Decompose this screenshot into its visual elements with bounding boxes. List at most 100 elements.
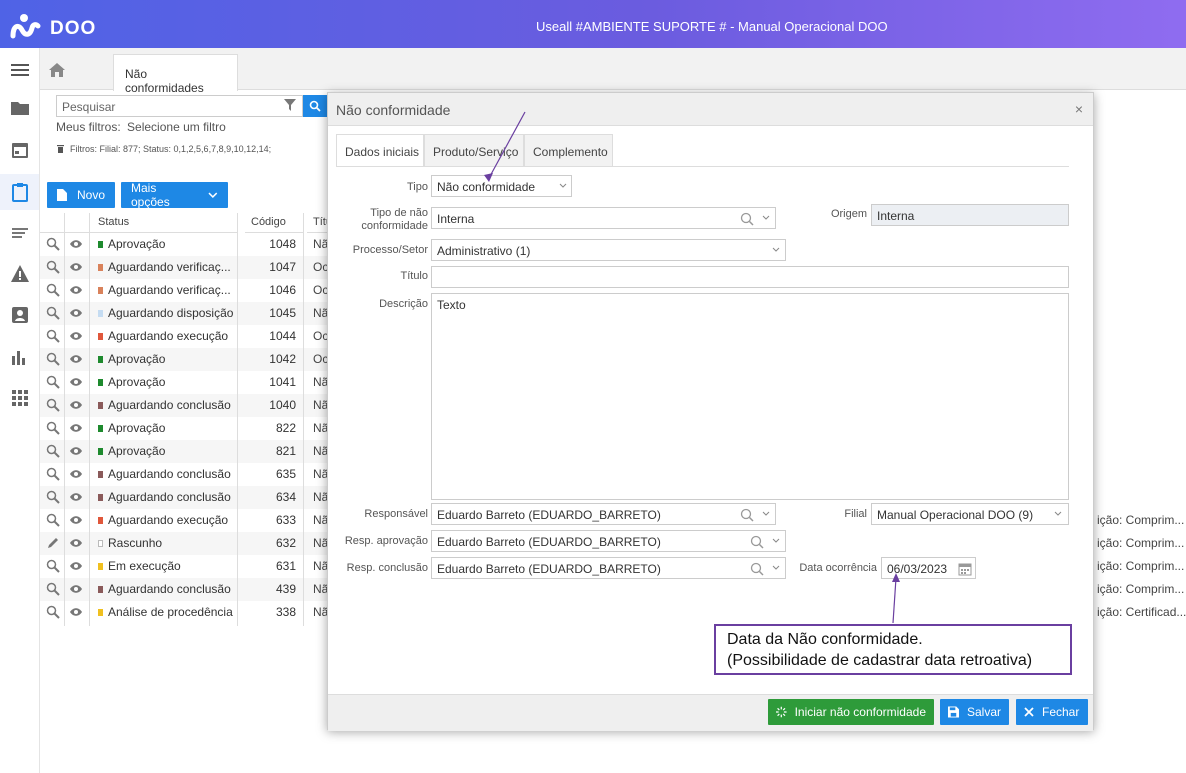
table-row[interactable]: Aprovação 1041 Nã bbox=[40, 371, 330, 394]
calendar-icon[interactable] bbox=[8, 138, 32, 162]
search-icon[interactable] bbox=[46, 260, 60, 274]
chevron-down-icon[interactable] bbox=[762, 511, 770, 517]
eye-icon[interactable] bbox=[69, 237, 83, 251]
column-status[interactable]: Status bbox=[92, 213, 238, 233]
my-filters[interactable]: Meus filtros: Selecione um filtro bbox=[56, 120, 226, 134]
search-icon[interactable] bbox=[46, 398, 60, 412]
table-row[interactable]: Aguardando conclusão 1040 Nã bbox=[40, 394, 330, 417]
eye-icon[interactable] bbox=[69, 536, 83, 550]
edit-icon[interactable] bbox=[46, 536, 60, 550]
tipo-select[interactable]: Não conformidade bbox=[431, 175, 572, 197]
table-row[interactable]: Aprovação 821 Nã bbox=[40, 440, 330, 463]
tab-nao-conformidades[interactable]: Não conformidades bbox=[113, 54, 238, 95]
filter-summary: Filtros: Filial: 877; Status: 0,1,2,5,6,… bbox=[56, 144, 271, 154]
table-row[interactable]: Aprovação 822 Nã bbox=[40, 417, 330, 440]
list-icon[interactable] bbox=[8, 221, 32, 245]
tab-dados-iniciais[interactable]: Dados iniciais bbox=[336, 134, 424, 167]
tipo-nc-field[interactable]: Interna bbox=[431, 207, 776, 229]
contact-icon[interactable] bbox=[8, 303, 32, 327]
eye-icon[interactable] bbox=[69, 421, 83, 435]
search-icon[interactable] bbox=[46, 375, 60, 389]
search-icon[interactable] bbox=[46, 306, 60, 320]
search-icon[interactable] bbox=[46, 237, 60, 251]
search-icon[interactable] bbox=[750, 535, 764, 549]
search-icon[interactable] bbox=[46, 329, 60, 343]
calendar-icon[interactable] bbox=[958, 562, 972, 576]
search-icon[interactable] bbox=[46, 513, 60, 527]
resp-concl-field[interactable]: Eduardo Barreto (EDUARDO_BARRETO) bbox=[431, 557, 786, 579]
filter-icon[interactable] bbox=[284, 99, 296, 111]
filial-select[interactable]: Manual Operacional DOO (9) bbox=[871, 503, 1069, 525]
table-row[interactable]: Em execução 631 Nã bbox=[40, 555, 330, 578]
resp-aprov-field[interactable]: Eduardo Barreto (EDUARDO_BARRETO) bbox=[431, 530, 786, 552]
close-button[interactable]: Fechar bbox=[1016, 699, 1088, 725]
column-codigo[interactable]: Código bbox=[245, 213, 303, 233]
eye-icon[interactable] bbox=[69, 444, 83, 458]
table-row[interactable]: Aprovação 1048 Nã bbox=[40, 233, 330, 256]
table-row[interactable]: Aguardando execução 633 Nã bbox=[40, 509, 330, 532]
eye-icon[interactable] bbox=[69, 513, 83, 527]
search-icon[interactable] bbox=[46, 352, 60, 366]
table-row[interactable]: Aguardando conclusão 635 Nã bbox=[40, 463, 330, 486]
search-icon[interactable] bbox=[740, 212, 754, 226]
search-icon[interactable] bbox=[46, 582, 60, 596]
status-cell: Aguardando execução bbox=[98, 513, 228, 527]
chevron-down-icon[interactable] bbox=[762, 215, 770, 221]
new-button[interactable]: Novo bbox=[47, 182, 115, 208]
trash-icon[interactable] bbox=[56, 144, 65, 153]
search-button[interactable] bbox=[303, 95, 327, 117]
more-options-button[interactable]: Mais opções bbox=[121, 181, 228, 209]
search-icon[interactable] bbox=[46, 490, 60, 504]
home-icon[interactable] bbox=[48, 62, 66, 78]
eye-icon[interactable] bbox=[69, 398, 83, 412]
start-nc-button[interactable]: Iniciar não conformidade bbox=[768, 699, 934, 725]
table-row[interactable]: Rascunho 632 Nã bbox=[40, 532, 330, 555]
eye-icon[interactable] bbox=[69, 467, 83, 481]
descricao-textarea[interactable]: Texto bbox=[431, 293, 1069, 500]
table-row[interactable]: Aprovação 1042 Oc bbox=[40, 348, 330, 371]
eye-icon[interactable] bbox=[69, 352, 83, 366]
eye-icon[interactable] bbox=[69, 306, 83, 320]
bar-chart-icon[interactable] bbox=[8, 345, 32, 369]
eye-icon[interactable] bbox=[69, 260, 83, 274]
eye-icon[interactable] bbox=[69, 329, 83, 343]
eye-icon[interactable] bbox=[69, 582, 83, 596]
data-ocorrencia-field[interactable]: 06/03/2023 bbox=[881, 557, 976, 579]
table-row[interactable]: Aguardando disposição 1045 Nã bbox=[40, 302, 330, 325]
search-icon[interactable] bbox=[46, 283, 60, 297]
warning-icon[interactable] bbox=[8, 262, 32, 286]
table-row[interactable]: Aguardando conclusão 634 Nã bbox=[40, 486, 330, 509]
save-button[interactable]: Salvar bbox=[940, 699, 1009, 725]
search-icon[interactable] bbox=[46, 559, 60, 573]
folder-icon[interactable] bbox=[8, 96, 32, 120]
search-icon[interactable] bbox=[46, 444, 60, 458]
tab-complemento[interactable]: Complemento bbox=[524, 134, 613, 167]
search-icon[interactable] bbox=[740, 508, 754, 522]
tab-produto-servico[interactable]: Produto/Serviço bbox=[424, 134, 524, 167]
search-icon[interactable] bbox=[750, 562, 764, 576]
table-row[interactable]: Aguardando verificaç... 1046 Oc bbox=[40, 279, 330, 302]
close-icon[interactable]: × bbox=[1075, 101, 1083, 117]
table-row[interactable]: Análise de procedência 338 Nã bbox=[40, 601, 330, 624]
titulo-input[interactable] bbox=[431, 266, 1069, 288]
search-input[interactable]: Pesquisar bbox=[56, 95, 303, 117]
code-cell: 634 bbox=[275, 490, 296, 504]
eye-icon[interactable] bbox=[69, 605, 83, 619]
table-row[interactable]: Aguardando conclusão 439 Nã bbox=[40, 578, 330, 601]
eye-icon[interactable] bbox=[69, 490, 83, 504]
table-row[interactable]: Aguardando verificaç... 1047 Oc bbox=[40, 256, 330, 279]
eye-icon[interactable] bbox=[69, 283, 83, 297]
eye-icon[interactable] bbox=[69, 375, 83, 389]
eye-icon[interactable] bbox=[69, 559, 83, 573]
chevron-down-icon[interactable] bbox=[772, 538, 780, 544]
processo-select[interactable]: Administrativo (1) bbox=[431, 239, 786, 261]
menu-icon[interactable] bbox=[8, 58, 32, 82]
search-icon[interactable] bbox=[46, 605, 60, 619]
chevron-down-icon[interactable] bbox=[772, 565, 780, 571]
clipboard-icon[interactable] bbox=[0, 174, 39, 210]
apps-grid-icon[interactable] bbox=[8, 386, 32, 410]
search-icon[interactable] bbox=[46, 421, 60, 435]
search-icon[interactable] bbox=[46, 467, 60, 481]
responsavel-field[interactable]: Eduardo Barreto (EDUARDO_BARRETO) bbox=[431, 503, 776, 525]
table-row[interactable]: Aguardando execução 1044 Oc bbox=[40, 325, 330, 348]
